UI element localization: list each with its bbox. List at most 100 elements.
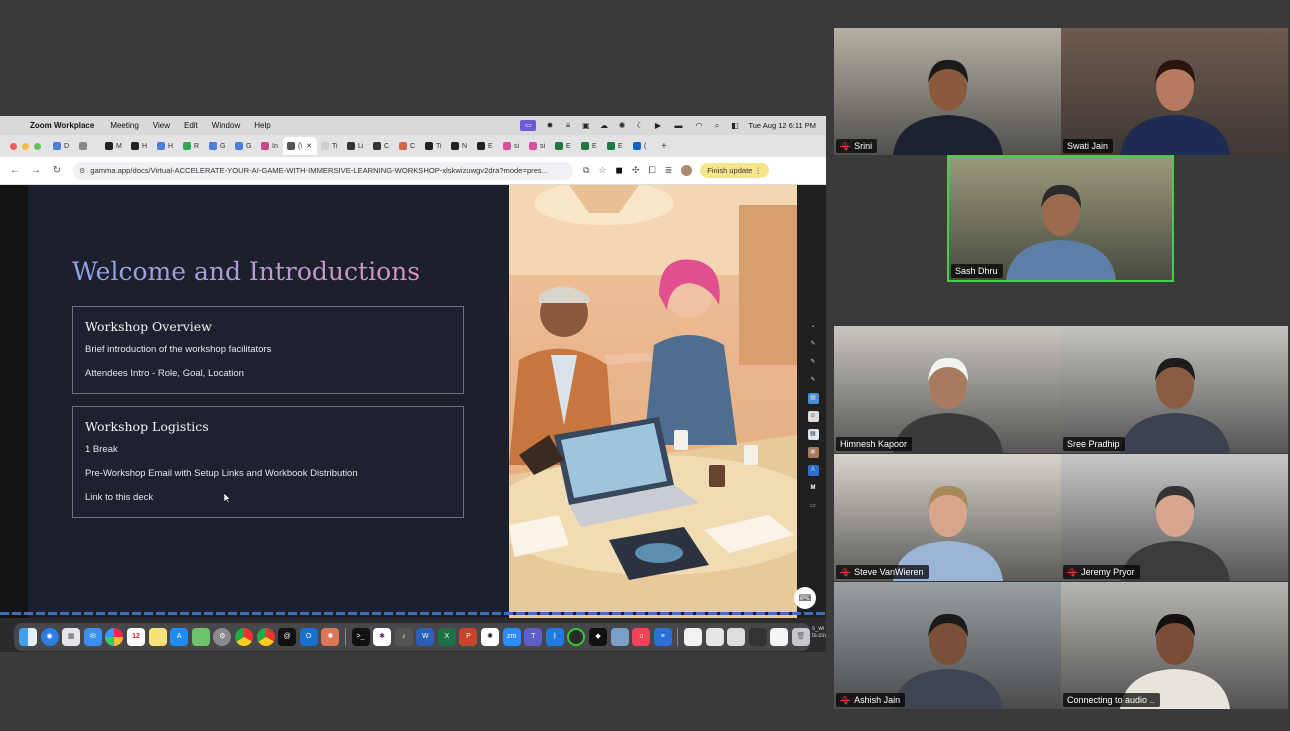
menu-edit[interactable]: Edit [184, 121, 198, 130]
browser-tab[interactable]: E [473, 137, 499, 155]
forward-arrow-icon[interactable]: → [30, 165, 42, 176]
reading-list-icon[interactable]: ≣ [665, 165, 673, 176]
browser-tab[interactable]: (\ ✕ [283, 137, 317, 155]
browser-tab[interactable]: ( [629, 137, 655, 155]
bookmark-star-icon[interactable]: ☆ [598, 165, 606, 176]
powerpoint-icon[interactable]: P [459, 628, 478, 646]
browser-tab[interactable]: H [153, 137, 179, 155]
browser-tab[interactable]: R [179, 137, 205, 155]
window-minimize-button[interactable] [22, 142, 29, 150]
doc-icon[interactable]: ▤ [807, 429, 819, 440]
browser-tab[interactable]: M [101, 137, 127, 155]
trash-icon[interactable]: 🗑 [791, 628, 810, 646]
photos-icon[interactable] [105, 628, 124, 646]
new-tab-icon[interactable]: + [661, 141, 667, 152]
browser-tab[interactable]: C [395, 137, 421, 155]
menu-meeting[interactable]: Meeting [110, 121, 138, 130]
pen-icon[interactable]: ✎ [808, 375, 819, 386]
participant-tile[interactable]: 🎙︎ Srini [834, 28, 1061, 155]
puzzle-extensions-icon[interactable]: ✣ [632, 165, 640, 176]
photo-icon[interactable]: ▣ [807, 447, 819, 458]
wifi-icon[interactable]: ◠ [694, 121, 703, 130]
image-icon[interactable]: ▦ [807, 393, 819, 404]
menubar-clock[interactable]: Tue Aug 12 6:11 PM [748, 121, 816, 130]
window-zoom-button[interactable] [34, 142, 41, 150]
messages-icon[interactable]: ▣ [581, 121, 590, 130]
participant-tile[interactable]: Swati Jain [1061, 28, 1288, 155]
browser-tab[interactable]: In [257, 137, 283, 155]
keyboard-shortcuts-icon[interactable]: ⌨ [794, 587, 816, 609]
browser-tab[interactable]: si [525, 137, 551, 155]
teams-icon[interactable]: T [524, 628, 543, 646]
chrome-icon[interactable] [234, 628, 253, 646]
back-arrow-icon[interactable]: ← [9, 165, 21, 176]
finder-icon[interactable] [19, 628, 37, 646]
install-app-icon[interactable]: ⧉ [583, 165, 589, 176]
people-icon[interactable]: ☺ [807, 411, 819, 422]
chrome-icon[interactable] [256, 628, 275, 646]
extension-icon[interactable]: ◼ [616, 165, 623, 176]
maps-icon[interactable] [191, 628, 210, 646]
spotlight-search-icon[interactable]: ⌕ [712, 121, 721, 130]
document-thumbnail-icon[interactable] [748, 628, 767, 646]
browser-tab[interactable]: D [49, 137, 75, 155]
document-thumbnail-icon[interactable] [705, 628, 724, 646]
tab-close-icon[interactable]: ✕ [306, 142, 312, 150]
browser-tab[interactable]: H [127, 137, 153, 155]
menu-help[interactable]: Help [254, 121, 270, 130]
app-store-icon[interactable]: A [170, 628, 189, 646]
terminal-icon[interactable]: >_ [351, 628, 370, 646]
moon-icon[interactable]: ☾ [635, 121, 644, 130]
finish-update-button[interactable]: Finish update ⋮ [700, 163, 769, 178]
launchpad-icon[interactable]: ▦ [62, 628, 81, 646]
participant-tile[interactable]: Connecting to audio .. [1061, 582, 1288, 709]
circle-app-icon[interactable] [567, 628, 586, 646]
play-icon[interactable]: ▶ [653, 121, 662, 130]
screen-share-icon[interactable]: ▭ [520, 120, 537, 131]
microphone-icon[interactable]: ♪ [394, 628, 413, 646]
participant-tile[interactable]: 🎙︎ Ashish Jain [834, 582, 1061, 709]
more-icon[interactable]: ▭ [808, 501, 819, 512]
control-center-icon[interactable]: ◧ [730, 121, 739, 130]
participant-tile[interactable]: Sash Dhru [947, 155, 1174, 282]
menubar-app-name[interactable]: Zoom Workplace [30, 121, 94, 130]
chevron-down-icon[interactable]: ⌄ [808, 321, 819, 332]
bluetooth-icon[interactable]: ᛒ [545, 628, 564, 646]
battery-icon[interactable]: ▬ [671, 121, 685, 130]
browser-tab[interactable]: G [231, 137, 257, 155]
address-bar[interactable]: ⚙ gamma.app/docs/Virtual-ACCELERATE-YOUR… [73, 161, 573, 180]
outlook-icon[interactable]: O [299, 628, 318, 646]
music-icon[interactable]: ♫ [632, 628, 651, 646]
document-thumbnail-icon[interactable] [727, 628, 746, 646]
word-icon[interactable]: W [416, 628, 435, 646]
openai-icon[interactable]: ✺ [617, 121, 626, 130]
browser-tab[interactable]: N [447, 137, 473, 155]
document-thumbnail-icon[interactable] [684, 628, 702, 646]
ai-icon[interactable]: A [807, 465, 819, 476]
participant-tile[interactable]: Himnesh Kapoor [834, 326, 1061, 453]
browser-tab[interactable]: Li [343, 137, 369, 155]
gamma-logo-icon[interactable]: M [808, 483, 819, 494]
pen-icon[interactable]: ✎ [808, 357, 819, 368]
claude-icon[interactable]: ✺ [321, 628, 340, 646]
desktop-file-label[interactable]: s_wi ts.csv [812, 626, 826, 640]
document-thumbnail-icon[interactable] [770, 628, 789, 646]
threads-icon[interactable]: @ [278, 628, 297, 646]
reload-icon[interactable]: ↻ [51, 165, 63, 176]
site-settings-icon[interactable]: ⚙ [79, 167, 85, 175]
notes-icon[interactable] [148, 628, 167, 646]
browser-tab[interactable]: E [603, 137, 629, 155]
pen-icon[interactable]: ✎ [808, 339, 819, 350]
docs-app-icon[interactable]: ≡ [653, 628, 672, 646]
chatgpt-icon[interactable]: ✺ [481, 628, 500, 646]
browser-tab[interactable]: C [369, 137, 395, 155]
mail-icon[interactable]: ✉ [83, 628, 102, 646]
menu-view[interactable]: View [153, 121, 170, 130]
safari-icon[interactable]: ◉ [40, 628, 59, 646]
profile-avatar-icon[interactable] [681, 165, 693, 176]
cloud-icon[interactable]: ☁ [599, 121, 608, 130]
slack-icon[interactable]: ✱ [373, 628, 392, 646]
menu-window[interactable]: Window [212, 121, 240, 130]
browser-tab[interactable] [75, 137, 101, 155]
preview-icon[interactable] [610, 628, 629, 646]
